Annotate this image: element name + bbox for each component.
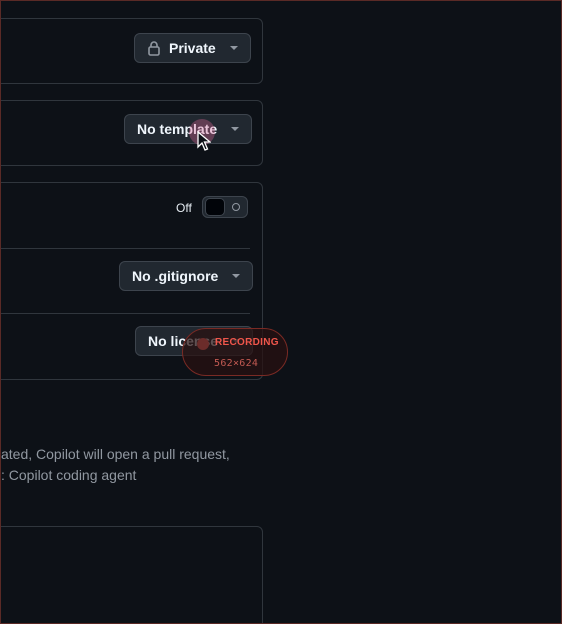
- chevron-down-icon: [231, 127, 240, 131]
- copilot-description-line-2: : Copilot coding agent: [1, 467, 137, 483]
- toggle-off-icon: [232, 203, 240, 211]
- gitignore-label: No .gitignore: [132, 268, 219, 284]
- page-stage: Private No template Off No .gitignore No…: [0, 0, 562, 624]
- copilot-description-line-1: ated, Copilot will open a pull request,: [1, 446, 230, 462]
- section-divider: [1, 248, 250, 249]
- template-dropdown-button[interactable]: No template: [124, 114, 253, 144]
- copilot-prompt-panel[interactable]: [1, 526, 263, 623]
- visibility-panel: Private: [1, 18, 263, 84]
- recording-size: 562×624: [214, 358, 259, 369]
- gitignore-dropdown-button[interactable]: No .gitignore: [119, 261, 254, 291]
- chevron-down-icon: [229, 46, 238, 50]
- chevron-down-icon: [232, 274, 241, 278]
- add-readme-toggle[interactable]: [202, 196, 248, 218]
- section-divider: [1, 313, 250, 314]
- visibility-label: Private: [169, 40, 216, 56]
- mouse-pointer-icon: [197, 130, 212, 156]
- template-panel: No template: [1, 100, 263, 166]
- visibility-dropdown-button[interactable]: Private: [134, 33, 251, 63]
- recording-indicator: RECORDING 562×624: [182, 328, 288, 376]
- readme-toggle-state-label: Off: [176, 201, 192, 215]
- toggle-knob: [205, 198, 225, 216]
- record-dot-icon: [197, 338, 209, 350]
- recording-title: RECORDING: [215, 337, 279, 348]
- lock-icon: [147, 40, 161, 56]
